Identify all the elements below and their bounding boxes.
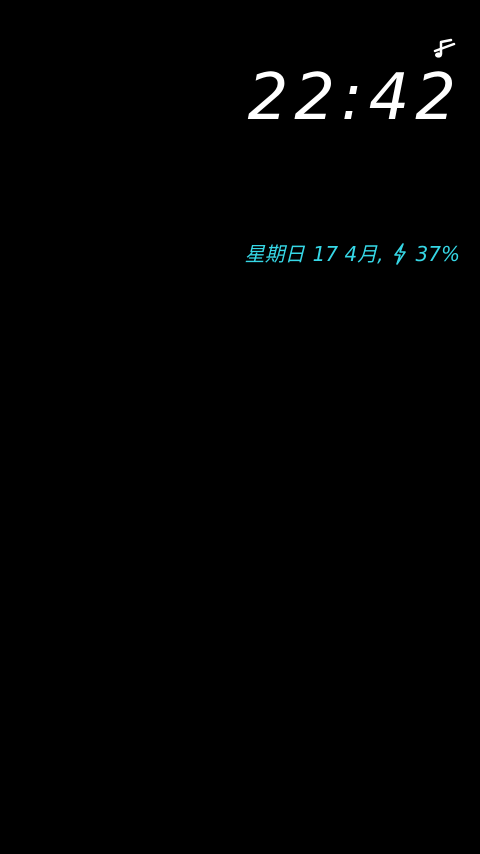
charging-bolt-icon	[393, 243, 406, 265]
weekday-label: 星期日	[244, 242, 305, 266]
muted-note-icon	[433, 38, 456, 58]
lock-screen: 22:42 星期日 17 4月, 37%	[0, 0, 480, 854]
clock-time: 22:42	[247, 61, 462, 135]
date-label: 17 4月,	[312, 242, 384, 266]
battery-percent: 37%	[415, 242, 460, 266]
date-battery-line: 星期日 17 4月, 37%	[245, 240, 460, 268]
